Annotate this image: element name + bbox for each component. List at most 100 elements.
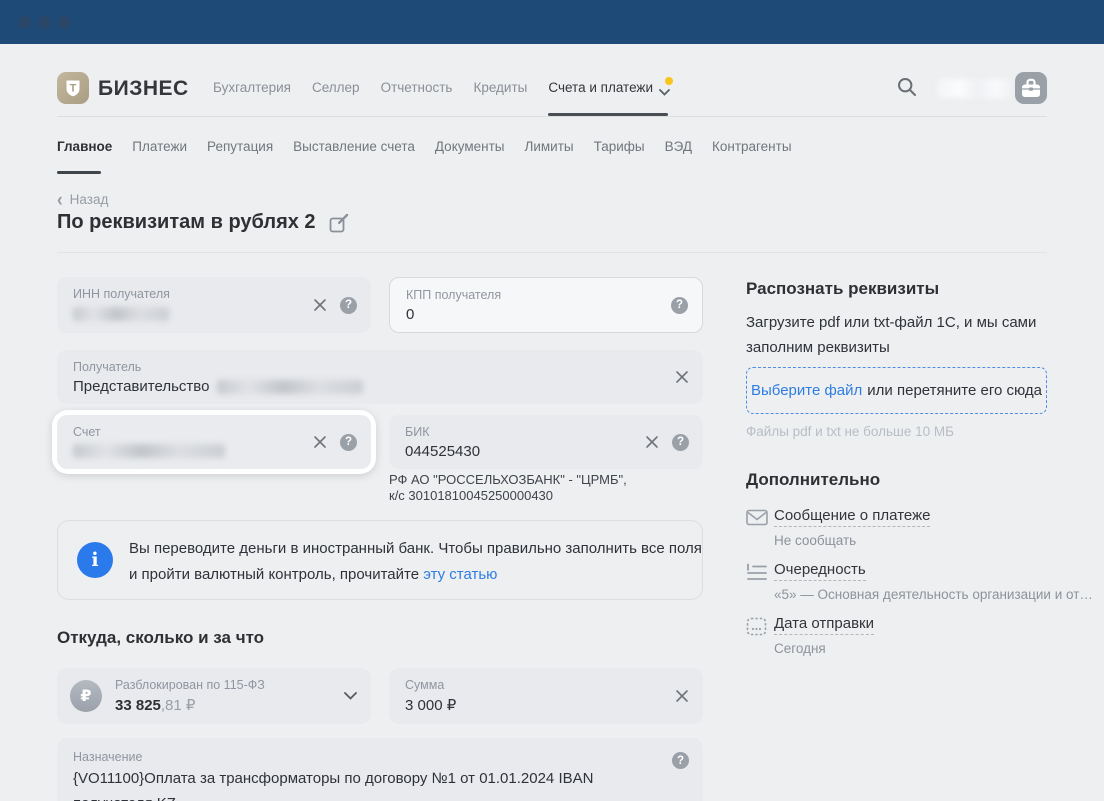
tab-limits[interactable]: Лимиты: [524, 139, 573, 154]
bik-help-icon[interactable]: ?: [672, 434, 689, 451]
username-redacted: [937, 79, 1011, 98]
active-subtab-underline: [57, 171, 101, 174]
header-divider: [57, 116, 1047, 117]
bik-field[interactable]: БИК 044525430 ?: [389, 415, 703, 469]
priority-value: «5» — Основная деятельность организации …: [774, 587, 1086, 602]
inn-label: ИНН получателя: [73, 287, 170, 301]
file-size-hint: Файлы pdf и txt не больше 10 МБ: [746, 424, 954, 439]
tab-invoicing[interactable]: Выставление счета: [293, 139, 415, 154]
tab-reputation[interactable]: Репутация: [207, 139, 273, 154]
kpp-help-icon[interactable]: ?: [671, 297, 688, 314]
window-zoom-dot[interactable]: [58, 16, 71, 29]
chevron-down-icon: [659, 89, 670, 96]
recipient-value-prefix[interactable]: Представительство: [73, 378, 209, 395]
purpose-help-icon[interactable]: ?: [672, 752, 689, 769]
window-minimize-dot[interactable]: [38, 16, 51, 29]
inn-help-icon[interactable]: ?: [340, 297, 357, 314]
nav-accounts-payments-label: Счета и платежи: [548, 80, 653, 95]
tab-documents[interactable]: Документы: [435, 139, 505, 154]
search-icon[interactable]: [897, 77, 917, 97]
logo-letter: Т: [70, 83, 77, 95]
inn-value-redacted: [73, 307, 169, 321]
nav-reports[interactable]: Отчетность: [381, 80, 453, 95]
recipient-clear-icon[interactable]: [675, 370, 689, 384]
nav-credits[interactable]: Кредиты: [473, 80, 527, 95]
from-account-balance: 33 825: [115, 697, 161, 714]
payment-message-value: Не сообщать: [774, 533, 1086, 548]
amount-value[interactable]: 3 000 ₽: [405, 696, 456, 714]
calendar-icon: [746, 617, 768, 641]
send-date-value: Сегодня: [774, 641, 1086, 656]
bank-info: РФ АО "РОССЕЛЬХОЗБАНК" - "ЦРМБ", к/с 301…: [389, 472, 627, 504]
send-date-link[interactable]: Дата отправки: [774, 615, 874, 635]
section-title: Откуда, сколько и за что: [57, 628, 264, 648]
inn-field[interactable]: ИНН получателя ?: [57, 277, 371, 333]
tab-payments[interactable]: Платежи: [132, 139, 187, 154]
tab-ved[interactable]: ВЭД: [665, 139, 692, 154]
account-field[interactable]: Счет ?: [57, 415, 371, 469]
recognize-description: Загрузите pdf или txt-файл 1С, и мы сами…: [746, 310, 1036, 360]
nav-accounting[interactable]: Бухгалтерия: [213, 80, 291, 95]
kpp-value[interactable]: 0: [406, 306, 414, 323]
tab-main[interactable]: Главное: [57, 139, 112, 154]
amount-clear-icon[interactable]: [675, 689, 689, 703]
kpp-label: КПП получателя: [406, 288, 501, 302]
from-account-selector[interactable]: ₽ Разблокирован по 115-ФЗ 33 825,81 ₽: [57, 668, 371, 724]
account-help-icon[interactable]: ?: [340, 434, 357, 451]
purpose-text-line1[interactable]: {VO11100}Оплата за трансформаторы по дог…: [73, 766, 671, 801]
app-window: Т БИЗНЕС Бухгалтерия Селлер Отчетность К…: [0, 0, 1104, 801]
purpose-label: Назначение: [73, 750, 142, 764]
additional-title: Дополнительно: [746, 470, 880, 490]
recipient-label: Получатель: [73, 360, 141, 374]
from-account-balance-frac: ,81 ₽: [161, 697, 196, 714]
bik-label: БИК: [405, 425, 429, 439]
notification-badge: [665, 77, 673, 85]
bik-clear-icon[interactable]: [645, 435, 659, 449]
from-account-chevron-down-icon[interactable]: [344, 692, 357, 700]
window-close-dot[interactable]: [18, 16, 31, 29]
account-label: Счет: [73, 425, 101, 439]
purpose-field[interactable]: Назначение {VO11100}Оплата за трансформа…: [57, 738, 703, 801]
edit-icon[interactable]: [329, 213, 349, 233]
amount-label: Сумма: [405, 678, 444, 692]
notice-line2: и пройти валютный контроль, прочитайте: [129, 566, 419, 583]
amount-field[interactable]: Сумма 3 000 ₽: [389, 668, 703, 724]
queue-list-icon: [746, 563, 768, 586]
priority-link[interactable]: Очередность: [774, 561, 866, 581]
ruble-account-icon: ₽: [70, 680, 102, 712]
recipient-field[interactable]: Получатель Представительство: [57, 350, 703, 404]
nav-accounts-payments[interactable]: Счета и платежи: [548, 80, 670, 95]
bik-value[interactable]: 044525430: [405, 443, 480, 460]
bank-corr-account: к/с 30101810045250000430: [389, 488, 627, 504]
drop-hint: или перетяните его сюда: [867, 382, 1042, 399]
content-divider: [57, 252, 1047, 253]
foreign-bank-notice: i Вы переводите деньги в иностранный бан…: [57, 520, 703, 600]
account-clear-icon[interactable]: [313, 435, 327, 449]
notice-article-link[interactable]: эту статью: [423, 566, 497, 583]
notice-line1: Вы переводите деньги в иностранный банк.…: [129, 536, 702, 562]
tab-counterparties[interactable]: Контрагенты: [712, 139, 792, 154]
choose-file-link[interactable]: Выберите файл: [751, 382, 862, 399]
brand-name[interactable]: БИЗНЕС: [98, 77, 189, 101]
file-dropzone[interactable]: Выберите файл или перетяните его сюда: [746, 367, 1047, 414]
account-value-redacted: [73, 444, 225, 458]
kpp-field[interactable]: КПП получателя 0 ?: [389, 277, 703, 333]
priority-item: Очередность «5» — Основная деятельность …: [746, 561, 1086, 602]
page-title: По реквизитам в рублях 2: [57, 211, 316, 234]
top-navigation: Бухгалтерия Селлер Отчетность Кредиты Сч…: [213, 80, 670, 95]
profile-briefcase-icon[interactable]: [1015, 72, 1047, 104]
recognize-title: Распознать реквизиты: [746, 279, 939, 299]
from-account-label: Разблокирован по 115-ФЗ: [115, 678, 265, 692]
window-titlebar: [0, 0, 1104, 44]
tab-tariffs[interactable]: Тарифы: [594, 139, 645, 154]
nav-seller[interactable]: Селлер: [312, 80, 360, 95]
recipient-value-redacted: [217, 380, 363, 394]
envelope-icon: [746, 509, 768, 531]
brand-logo[interactable]: Т: [57, 72, 89, 104]
back-chevron-icon: ‹: [57, 192, 63, 207]
payment-message-item: Сообщение о платеже Не сообщать: [746, 507, 1086, 548]
back-button[interactable]: ‹ Назад: [57, 192, 108, 207]
payment-message-link[interactable]: Сообщение о платеже: [774, 507, 930, 527]
inn-clear-icon[interactable]: [313, 298, 327, 312]
info-icon: i: [77, 542, 113, 578]
